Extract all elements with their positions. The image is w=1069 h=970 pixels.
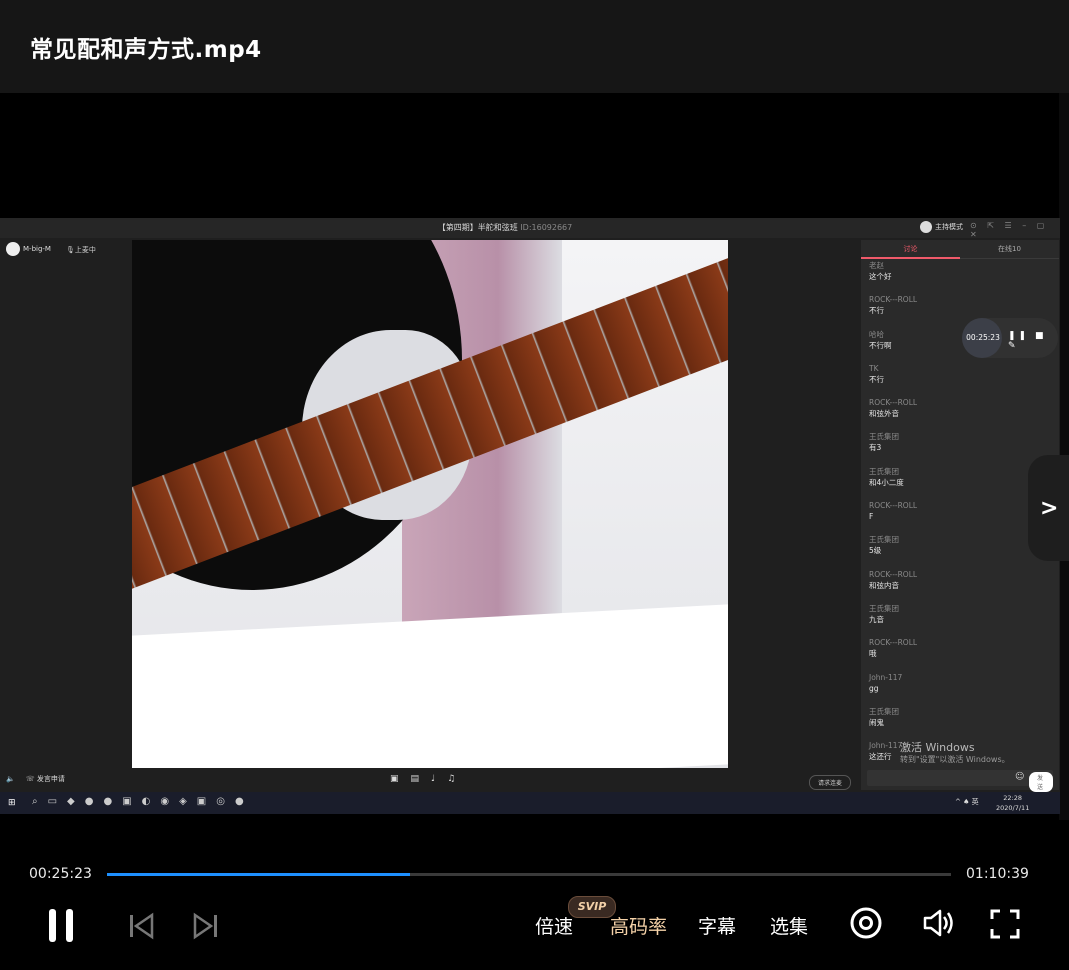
chat-message: 王氏集团 闹鬼 xyxy=(869,706,1049,740)
chat-username: 王氏集团 xyxy=(869,706,899,716)
mic-status: 🎙上麦中 xyxy=(66,246,96,254)
chat-username: ROCK---ROLL xyxy=(869,398,918,408)
windows-taskbar: ⊞ ⌕▭◆●●▣◐◉◈▣◎● ^ ♠ 英 22:28 2020/7/11 xyxy=(0,792,1060,814)
progress-bar[interactable] xyxy=(107,873,951,876)
chat-text: 不行 xyxy=(869,306,884,316)
chat-text: 5级 xyxy=(869,546,882,556)
chat-message: 王氏集团 有3 xyxy=(869,431,1049,465)
media-icons: ▣▤♩♫ xyxy=(390,774,468,784)
chat-username: ROCK---ROLL xyxy=(869,501,918,511)
request-mic-button: 请求连麦 xyxy=(809,775,852,790)
host-avatar xyxy=(920,221,932,233)
chat-message: ROCK---ROLL 和弦内音 xyxy=(869,569,1049,603)
chat-username: 王氏集团 xyxy=(869,603,899,613)
prev-icon[interactable] xyxy=(128,912,154,940)
fullscreen-icon[interactable] xyxy=(989,908,1021,940)
chat-tabs: 讨论 在线10 xyxy=(861,240,1059,259)
chat-message: ROCK---ROLL F xyxy=(869,500,1049,534)
chat-text: gg xyxy=(869,683,879,693)
user-tag: M-big-M xyxy=(6,242,51,256)
svip-badge: SVIP xyxy=(568,896,616,918)
next-video-button[interactable]: > xyxy=(1028,455,1069,561)
chat-message: TK 不行 xyxy=(869,363,1049,397)
chat-text: 有3 xyxy=(869,443,882,453)
current-time: 00:25:23 xyxy=(29,866,92,882)
video-title: 常见配和声方式.mp4 xyxy=(30,37,262,63)
taskbar-clock: 22:28 2020/7/11 xyxy=(996,794,1030,812)
avatar xyxy=(6,242,20,256)
speed-button[interactable]: 倍速 xyxy=(535,912,573,939)
activation-watermark: 激活 Windows xyxy=(900,741,975,754)
chat-text: 不行 xyxy=(869,374,884,384)
chat-username: TK xyxy=(869,363,879,373)
chat-text: 九音 xyxy=(869,614,884,624)
speaker-controls: 🔈 ☏ 发言申请 xyxy=(6,775,65,783)
high-bitrate-button[interactable]: 高码率 xyxy=(610,912,667,939)
subtitle-button[interactable]: 字幕 xyxy=(698,912,736,939)
total-time: 01:10:39 xyxy=(966,866,1029,882)
chat-text: 和弦外音 xyxy=(869,409,899,419)
chat-text: F xyxy=(869,512,874,522)
chat-text: 哦 xyxy=(869,649,877,659)
episodes-button[interactable]: 选集 xyxy=(770,912,808,939)
taskbar-apps: ⌕▭◆●●▣◐◉◈▣◎● xyxy=(32,796,254,807)
system-tray: ^ ♠ 英 xyxy=(955,798,979,806)
tab-discussion[interactable]: 讨论 xyxy=(861,244,960,259)
recording-controls: ❚❚ ■ ✎ xyxy=(1008,331,1047,351)
chat-text: 这个好 xyxy=(869,272,892,281)
chat-message: 王氏集团 九音 xyxy=(869,603,1049,637)
tab-online[interactable]: 在线10 xyxy=(960,244,1059,254)
chat-username: ROCK---ROLL xyxy=(869,569,918,579)
send-button[interactable]: 发送 xyxy=(1029,772,1053,792)
recording-time: 00:25:23 xyxy=(966,333,1000,342)
pause-icon[interactable] xyxy=(46,906,76,946)
chat-text: 闹鬼 xyxy=(869,717,884,727)
chat-username: 王氏集团 xyxy=(869,432,899,442)
screen-recording: 【第四期】半舵和弦班 ID:16092667 主持模式 ⊙ ⇱ ☰ – ▢ ✕ … xyxy=(0,218,1060,814)
next-icon[interactable] xyxy=(193,912,219,940)
host-mode: 主持模式 xyxy=(920,221,963,233)
chat-message: John-117 gg xyxy=(869,672,1049,706)
activation-hint: 转到"设置"以激活 Windows。 xyxy=(900,755,1010,764)
speaker-icon: 🔈 xyxy=(6,775,15,783)
chat-message: 老赵 这个好 xyxy=(869,260,1049,294)
chat-username: 老赵 xyxy=(869,261,884,270)
chat-username: ROCK---ROLL xyxy=(869,295,918,305)
chat-username: ROCK---ROLL xyxy=(869,638,918,648)
camera-feed xyxy=(132,240,728,768)
chat-input[interactable]: ☺ 发送 xyxy=(867,770,1053,792)
chat-message: 王氏集团 5级 xyxy=(869,534,1049,568)
windows-start-icon: ⊞ xyxy=(8,798,16,808)
chat-message: 王氏集团 和4小二度 xyxy=(869,466,1049,500)
emoji-icon[interactable]: ☺ xyxy=(1015,772,1024,782)
chat-text: 和4小二度 xyxy=(869,477,904,487)
phone-icon: ☏ xyxy=(25,775,35,783)
volume-icon[interactable] xyxy=(922,907,956,939)
title-bar: 常见配和声方式.mp4 xyxy=(0,0,1069,93)
chat-username: John-117 xyxy=(869,672,903,682)
chevron-right-icon: > xyxy=(1040,496,1059,521)
progress-fill xyxy=(107,873,410,876)
chat-message: ROCK---ROLL 和弦外音 xyxy=(869,397,1049,431)
window-controls: ⊙ ⇱ ☰ – ▢ ✕ xyxy=(970,221,1049,239)
stream-header: 【第四期】半舵和弦班 ID:16092667 主持模式 ⊙ ⇱ ☰ – ▢ ✕ xyxy=(0,218,1060,239)
chat-username: 王氏集团 xyxy=(869,466,899,476)
recording-pill: 00:25:23 ❚❚ ■ ✎ xyxy=(962,318,1058,358)
chat-message: ROCK---ROLL 哦 xyxy=(869,637,1049,671)
settings-icon[interactable] xyxy=(849,906,883,940)
chat-username: 王氏集团 xyxy=(869,535,899,545)
chat-text: 和弦内音 xyxy=(869,580,899,590)
room-title: 【第四期】半舵和弦班 ID:16092667 xyxy=(437,223,573,232)
